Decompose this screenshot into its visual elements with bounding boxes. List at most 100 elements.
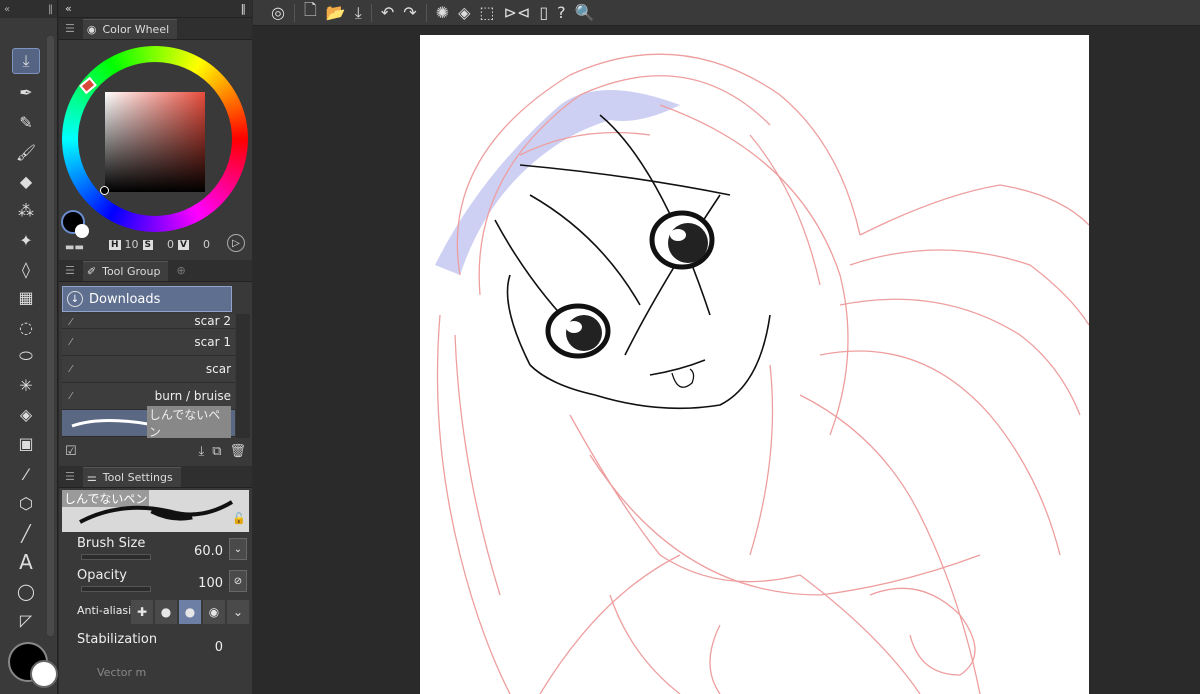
- menu-icon[interactable]: ☰: [65, 22, 75, 35]
- duplicate-icon[interactable]: ⧉: [212, 444, 221, 459]
- antialias-none-icon: ✚: [136, 605, 148, 619]
- sv-marker[interactable]: [100, 186, 109, 195]
- text-icon: A: [19, 550, 33, 574]
- canvas-area[interactable]: [253, 27, 1200, 694]
- gradient-tool[interactable]: ▣: [12, 430, 40, 456]
- brush-size-value[interactable]: 60.0: [194, 544, 223, 559]
- antialias-strong[interactable]: ◉: [203, 600, 225, 624]
- antialias-none[interactable]: ✚: [131, 600, 153, 624]
- search-icon[interactable]: 🔍: [575, 3, 595, 22]
- subtool-label: scar 1: [194, 335, 231, 349]
- menu-icon[interactable]: ☰: [65, 470, 75, 483]
- subtool-settings-icon[interactable]: ☑: [65, 444, 77, 459]
- opacity-setting[interactable]: Opacity 100 ⊘: [77, 568, 253, 598]
- pressure-button[interactable]: ⌄: [229, 538, 247, 560]
- collapse-icon[interactable]: «: [4, 4, 10, 15]
- download-icon: ↓: [67, 291, 83, 307]
- grid-tool[interactable]: ▦: [12, 284, 40, 310]
- pencil-tool[interactable]: ✎: [12, 109, 40, 135]
- antialias-weak[interactable]: ●: [155, 600, 177, 624]
- decoration-tool[interactable]: ✦: [12, 227, 40, 253]
- v-tag: V: [178, 239, 189, 250]
- ruler-tool[interactable]: ◸: [12, 607, 40, 633]
- 3d-tool[interactable]: ⬡: [12, 490, 40, 516]
- grip-icon[interactable]: ‖: [241, 2, 247, 15]
- ruler-icon: ◸: [19, 610, 33, 630]
- blend-tool[interactable]: ◊: [12, 256, 40, 282]
- save-icon[interactable]: ⤓: [355, 3, 362, 23]
- opacity-value[interactable]: 100: [198, 576, 223, 591]
- tool-settings-tab[interactable]: ⚌ Tool Settings: [82, 466, 181, 487]
- smartphone-icon[interactable]: ▯: [539, 3, 548, 22]
- antialias-more[interactable]: ⌄: [227, 600, 249, 624]
- chevron-down-icon: ⌄: [232, 605, 244, 619]
- add-tab-icon[interactable]: ⊕: [176, 264, 185, 277]
- subtool-label: burn / bruise: [154, 389, 231, 403]
- open-folder-icon[interactable]: 📂: [326, 3, 346, 22]
- eyedropper-icon: ⁄: [24, 464, 28, 484]
- list-item[interactable]: ⁄ scar 2: [62, 314, 235, 329]
- color-wheel-tab[interactable]: ◉ Color Wheel: [82, 18, 178, 39]
- tool-settings-header: ☰ ⚌ Tool Settings: [59, 466, 252, 488]
- antialias-medium[interactable]: ●: [179, 600, 201, 624]
- subtool-label: しんでないペン: [146, 406, 231, 438]
- list-item[interactable]: しんでないペン: [62, 406, 235, 438]
- brush-size-setting[interactable]: Brush Size 60.0 ⌄: [77, 536, 253, 566]
- fill-tool[interactable]: ◈: [12, 401, 40, 427]
- import-icon[interactable]: ⤓: [198, 444, 204, 459]
- lasso-tool[interactable]: ◌: [12, 314, 40, 340]
- drawing-canvas[interactable]: [420, 35, 1089, 694]
- download-tool[interactable]: ⤓: [12, 48, 40, 74]
- list-item[interactable]: ⁄ scar 1: [62, 329, 235, 356]
- balloon-tool[interactable]: ◯: [12, 578, 40, 604]
- vector-setting[interactable]: Vector m: [77, 666, 253, 688]
- saturation-value-square[interactable]: [105, 92, 205, 192]
- tool-group-tab[interactable]: ✐ Tool Group: [82, 260, 169, 281]
- tool-group-icon: ✐: [86, 264, 97, 278]
- airbrush-tool[interactable]: ⁂: [12, 197, 40, 223]
- auto-select-tool[interactable]: ✳: [12, 372, 40, 398]
- wheel-mode-button[interactable]: ▷: [227, 234, 245, 252]
- app-logo-icon[interactable]: ◎: [271, 3, 285, 22]
- fill-icon[interactable]: ◈: [458, 3, 470, 22]
- undo-icon[interactable]: ↶: [381, 3, 394, 22]
- stabilization-value[interactable]: 0: [215, 640, 223, 655]
- brush-size-slider[interactable]: [81, 554, 151, 560]
- download-icon: ⤓: [22, 51, 30, 70]
- sub-color-chip[interactable]: [75, 224, 89, 238]
- line-tool[interactable]: ╱: [12, 520, 40, 546]
- pen-tool[interactable]: ✒: [12, 79, 40, 105]
- trash-icon[interactable]: 🗑: [229, 444, 246, 459]
- divider: [370, 3, 372, 22]
- lasso-fill-tool[interactable]: ⬭: [12, 343, 40, 369]
- lock-icon[interactable]: 🔓: [232, 512, 246, 525]
- fill-bucket-icon: ◈: [19, 404, 33, 424]
- transform-icon[interactable]: ⬚: [479, 3, 494, 22]
- list-item[interactable]: ⁄ scar: [62, 356, 235, 383]
- eyedropper-tool[interactable]: ⁄: [12, 461, 40, 487]
- sub-color-swatch[interactable]: [30, 660, 58, 688]
- sparkle-icon: ✦: [19, 230, 33, 250]
- help-icon[interactable]: ?: [557, 3, 566, 22]
- brush-tool[interactable]: 🖌: [12, 139, 40, 165]
- tool-group-downloads[interactable]: ↓ Downloads: [62, 286, 232, 312]
- wand-icon: ✳: [19, 375, 33, 395]
- lasso-icon: ◌: [19, 317, 33, 337]
- flip-icon[interactable]: ⊳⊲: [504, 3, 531, 22]
- redo-icon[interactable]: ↷: [403, 3, 416, 22]
- subtool-scrollbar[interactable]: [236, 314, 250, 438]
- collapse-icon[interactable]: «: [65, 2, 72, 15]
- cube-icon: ⬡: [19, 493, 33, 513]
- loading-icon[interactable]: ✺: [436, 3, 449, 22]
- menu-icon[interactable]: ☰: [65, 264, 75, 277]
- text-tool[interactable]: A: [12, 549, 40, 575]
- eraser-tool[interactable]: ◆: [12, 168, 40, 194]
- tool-scrollbar[interactable]: [47, 36, 54, 636]
- opacity-option-button[interactable]: ⊘: [229, 570, 247, 592]
- swap-colors-icon[interactable]: ▬▬: [65, 242, 84, 253]
- grip-icon[interactable]: ‖: [48, 4, 53, 15]
- h-value: 10: [124, 238, 139, 251]
- opacity-slider[interactable]: [81, 586, 151, 592]
- new-file-icon[interactable]: 🗋: [304, 0, 317, 26]
- stabilization-setting[interactable]: Stabilization 0: [77, 632, 253, 662]
